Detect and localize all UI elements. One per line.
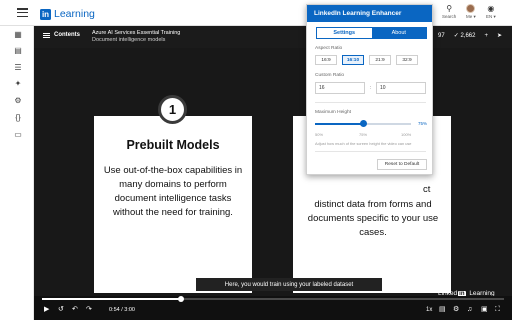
linkedin-learning-logo[interactable]: in Learning [40,8,95,20]
slide-stage: Prebuilt Models Use out-of-the-box capab… [34,48,512,298]
globe-icon: ◉ [487,4,495,13]
sparkle-icon[interactable]: ✦ [13,79,23,89]
tick-min: 50% [315,132,324,137]
slider-knob[interactable] [359,120,367,127]
popup-divider [315,151,426,152]
me-menu[interactable]: Me ▾ [466,4,476,20]
search-button[interactable]: ⚲ Search [442,4,456,19]
contents-icon [43,32,50,38]
card-text-fragment: ct [423,184,431,195]
logo-word: Learning [54,8,95,20]
pip-icon[interactable]: ▣ [481,306,488,314]
tick-max: 100% [401,132,412,137]
code-icon[interactable]: {} [13,113,23,123]
tab-about[interactable]: About [371,28,426,38]
settings-icon[interactable]: ⚙ [453,306,459,314]
slider-fill [315,123,363,125]
like-button[interactable]: ✓ 2,662 [454,32,476,39]
custom-ratio-separator: : [370,85,372,91]
fullscreen-icon[interactable]: ⛶ [495,306,500,314]
popup-tabs: Settings About [316,27,427,39]
captions-icon[interactable]: ▤ [439,306,446,314]
search-icon: ⚲ [446,4,453,13]
card-body-right: distinct data from forms and documents s… [307,199,439,238]
max-height-slider[interactable] [315,120,411,127]
card-body: Use out-of-the-box capabilities in many … [103,165,243,218]
course-title: Azure AI Services Essential Training [92,30,181,36]
header-actions: 97 ✓ 2,662 + ➤ [438,32,502,40]
linkedin-badge: in [40,8,51,20]
contents-label: Contents [54,32,80,38]
list-icon[interactable]: ☰ [13,63,23,73]
chat-icon[interactable]: ▭ [13,130,23,140]
app-window: in Learning ⚲ Search Me ▾ ◉ EN ▾ ▦ ▤ ☰ ✦… [0,0,512,320]
reset-button[interactable]: Reset to Default [377,159,427,170]
ratio-32-9[interactable]: 32:9 [396,55,418,65]
speed-button[interactable]: 1x [426,306,432,314]
max-height-label: Maximum Height [315,110,351,115]
max-height-value: 75% [418,121,428,126]
likes-count: 2,662 [460,33,476,39]
progress-bar[interactable] [42,296,504,302]
custom-ratio-label: Custom Ratio [315,73,345,78]
aspect-ratio-label: Aspect Ratio [315,46,343,51]
aspect-ratio-options: 16:9 16:10 21:9 32:9 [315,55,418,65]
share-icon[interactable]: ➤ [497,32,502,39]
progress-knob[interactable] [177,296,184,302]
card-title: Prebuilt Models [126,138,220,152]
contents-button[interactable]: Contents [43,32,80,38]
step-badge: 1 [158,95,187,124]
left-rail: ▦ ▤ ☰ ✦ ⚙ {} ▭ [0,26,34,320]
video-title: Document intelligence models [92,37,166,43]
video-player: Contents Azure AI Services Essential Tra… [34,26,512,320]
forward-icon[interactable]: ↷ [86,306,92,314]
add-icon[interactable]: + [484,33,488,39]
progress-fill [42,298,181,300]
max-height-hint: Adjust how much of the screen height the… [315,141,412,146]
menu-icon[interactable] [17,8,28,17]
custom-width-input[interactable] [315,82,365,94]
ratio-21-9[interactable]: 21:9 [369,55,391,65]
language-menu[interactable]: ◉ EN ▾ [486,4,496,20]
player-controls: ▶ ↺ ↶ ↷ 0:54 / 3:00 1x ▤ ⚙ ♫ ▣ ⛶ [34,296,512,320]
volume-icon[interactable]: ♫ [467,306,472,314]
tick-mid: 75% [359,132,368,137]
language-label: EN ▾ [486,14,496,19]
prebuilt-models-card: Prebuilt Models Use out-of-the-box capab… [94,116,252,293]
microphone-icon[interactable]: ⚙ [13,96,23,106]
stat-fragment: 97 [438,32,445,39]
avatar [466,4,476,13]
thumbs-up-icon: ✓ [453,33,459,39]
top-bar: in Learning ⚲ Search Me ▾ ◉ EN ▾ [0,0,512,26]
document-icon[interactable]: ▤ [13,46,23,56]
player-header: Contents Azure AI Services Essential Tra… [34,26,512,48]
ratio-16-10[interactable]: 16:10 [342,55,364,65]
replay-icon[interactable]: ↺ [58,306,64,314]
ratio-16-9[interactable]: 16:9 [315,55,337,65]
book-icon[interactable]: ▦ [13,30,23,40]
play-icon[interactable]: ▶ [44,306,49,314]
time-display: 0:54 / 3:00 [109,307,135,313]
caption-bar: Here, you would train using your labeled… [196,278,382,291]
me-label: Me ▾ [466,14,476,19]
rewind-icon[interactable]: ↶ [72,306,78,314]
popup-divider [315,102,426,103]
enhancer-popup: LinkedIn Learning Enhancer Settings Abou… [306,4,433,175]
tab-settings[interactable]: Settings [317,28,372,38]
popup-title: LinkedIn Learning Enhancer [307,5,432,22]
search-label: Search [442,14,457,19]
custom-height-input[interactable] [376,82,426,94]
course-title-block: Azure AI Services Essential Training Doc… [92,30,180,44]
